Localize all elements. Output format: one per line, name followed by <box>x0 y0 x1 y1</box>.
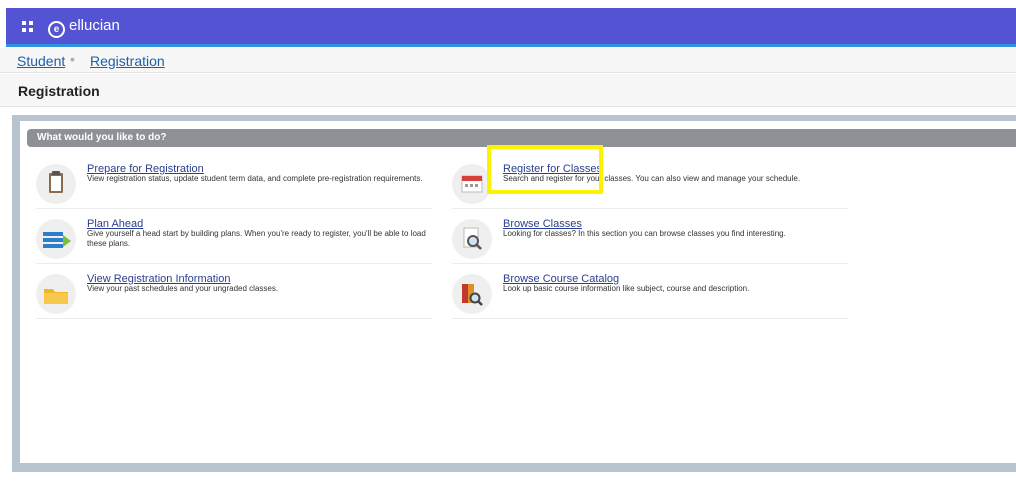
tile-browse-course-catalog[interactable]: Browse Course Catalog Look up basic cour… <box>452 270 848 319</box>
tile-description: View your past schedules and your ungrad… <box>87 284 279 293</box>
tile-description: Give yourself a head start by building p… <box>87 229 426 248</box>
tile-description: Looking for classes? In this section you… <box>503 229 786 238</box>
highlight-box <box>487 145 603 194</box>
folder-icon <box>36 274 76 314</box>
page-title-bar: Registration <box>0 74 1016 107</box>
breadcrumb-registration[interactable]: Registration <box>90 53 165 69</box>
top-bar: e ellucian <box>6 8 1016 47</box>
tile-view-registration-information[interactable]: View Registration Information View your … <box>36 270 432 319</box>
tile-prepare-for-registration[interactable]: Prepare for Registration View registrati… <box>36 160 432 209</box>
breadcrumb: Student • Registration <box>0 48 1016 73</box>
app-grid-icon[interactable] <box>22 21 33 32</box>
calendar-icon <box>452 164 492 204</box>
page-title: Registration <box>18 83 100 99</box>
tile-description: View registration status, update student… <box>87 174 423 183</box>
clipboard-icon <box>36 164 76 204</box>
breadcrumb-student[interactable]: Student <box>17 53 65 69</box>
breadcrumb-separator: • <box>70 51 75 67</box>
brand-name: ellucian <box>69 17 120 34</box>
plan-icon <box>36 219 76 259</box>
panel-header-label: What would you like to do? <box>37 132 167 143</box>
catalog-icon <box>452 274 492 314</box>
tile-plan-ahead[interactable]: Plan Ahead Give yourself a head start by… <box>36 215 432 264</box>
ellucian-logo[interactable]: e ellucian <box>48 17 120 38</box>
tile-description: Look up basic course information like su… <box>503 284 750 293</box>
tile-browse-classes[interactable]: Browse Classes Looking for classes? In t… <box>452 215 848 264</box>
magnifier-icon <box>452 219 492 259</box>
ellucian-mark-icon: e <box>48 21 65 38</box>
